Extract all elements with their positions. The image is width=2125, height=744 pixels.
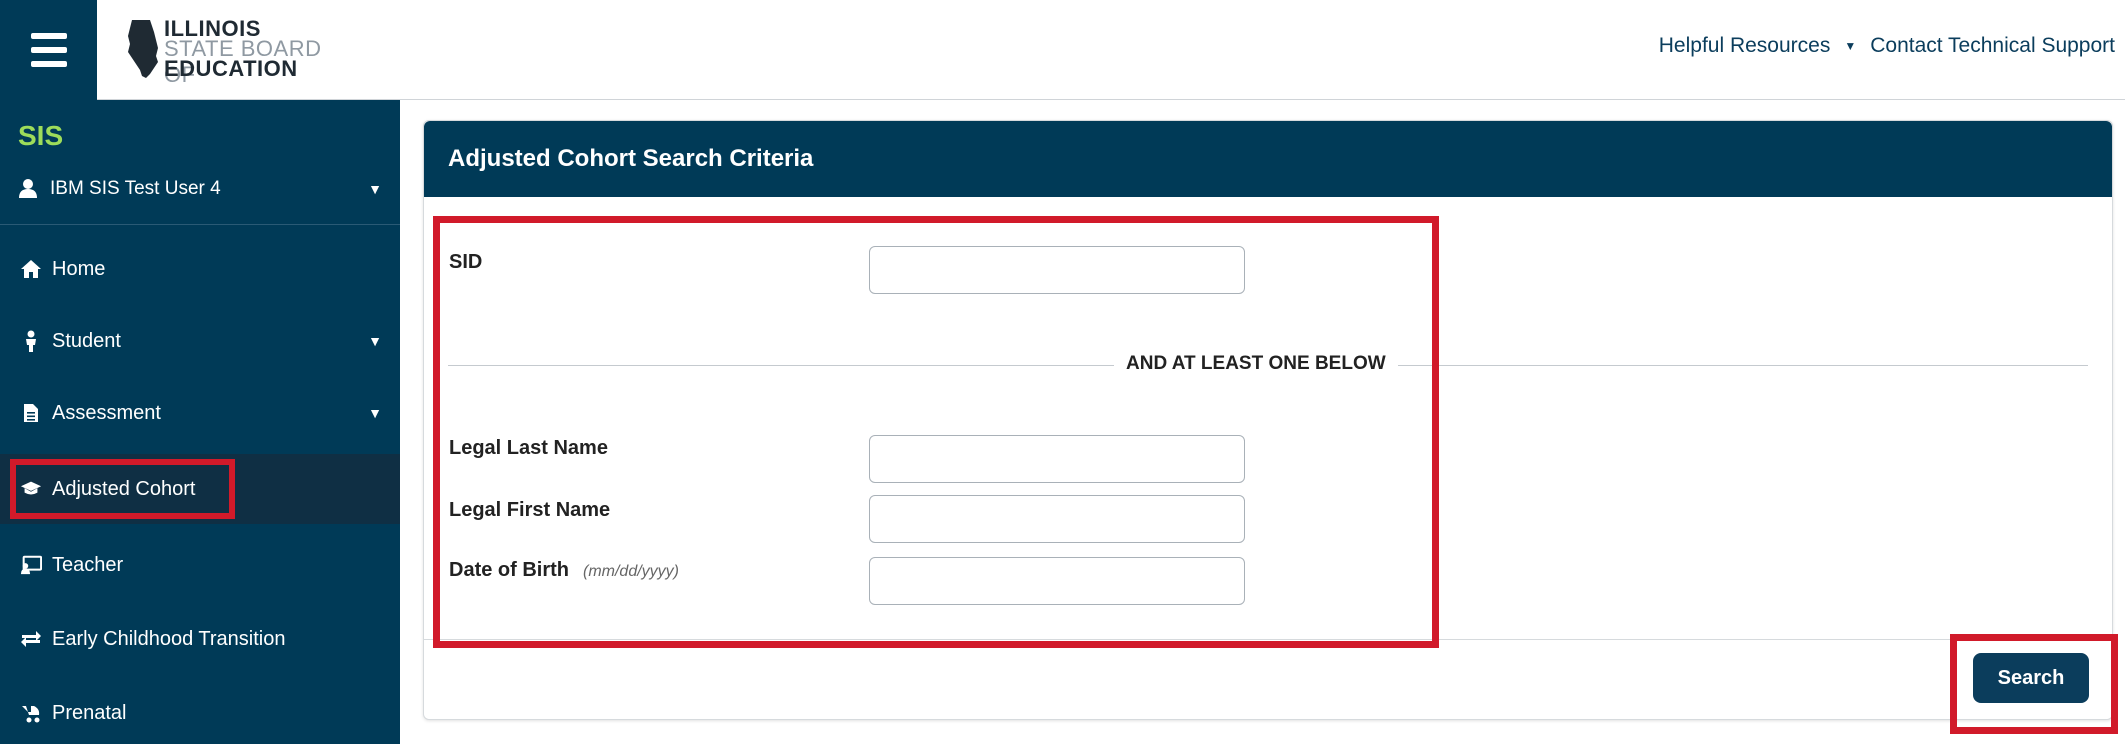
- user-menu[interactable]: IBM SIS Test User 4 ▼: [18, 178, 388, 200]
- sidebar-item-label: Assessment: [52, 401, 161, 424]
- date-of-birth-label-text: Date of Birth: [449, 559, 569, 581]
- sid-label: SID: [449, 251, 483, 273]
- stroller-icon: [20, 702, 42, 724]
- top-bar: ILLINOIS STATE BOARD OF EDUCATION Helpfu…: [0, 0, 2125, 100]
- sidebar-item-early-childhood-transition[interactable]: Early Childhood Transition: [0, 604, 400, 674]
- hamburger-icon-bar: [30, 33, 67, 39]
- sidebar-item-label: Early Childhood Transition: [52, 627, 286, 650]
- legal-last-name-input[interactable]: [869, 435, 1245, 483]
- caret-down-icon[interactable]: ▼: [1844, 39, 1856, 53]
- document-icon: [20, 402, 42, 424]
- isbe-logo[interactable]: ILLINOIS STATE BOARD OF EDUCATION: [126, 14, 336, 87]
- home-icon: [20, 258, 42, 280]
- date-format-hint: (mm/dd/yyyy): [583, 563, 679, 580]
- legal-first-name-input[interactable]: [869, 495, 1245, 543]
- sid-input[interactable]: [869, 246, 1245, 294]
- app-name: SIS: [18, 120, 64, 151]
- sidebar-item-home[interactable]: Home: [0, 234, 400, 304]
- panel-title: Adjusted Cohort Search Criteria: [424, 121, 2112, 197]
- user-icon: [18, 178, 40, 200]
- student-icon: [20, 330, 42, 352]
- sidebar-item-label: Prenatal: [52, 701, 127, 724]
- hamburger-icon-bar: [30, 61, 67, 67]
- sidebar-item-teacher[interactable]: Teacher: [0, 530, 400, 600]
- sidebar-divider: [0, 224, 400, 225]
- legal-first-name-label: Legal First Name: [449, 499, 611, 521]
- teacher-icon: [20, 554, 42, 576]
- date-of-birth-input[interactable]: [869, 557, 1245, 605]
- helpful-resources-link[interactable]: Helpful Resources: [1659, 34, 1831, 58]
- sidebar-item-label: Teacher: [52, 553, 124, 576]
- highlight-adjusted-cohort: [10, 459, 235, 519]
- search-criteria-panel: Adjusted Cohort Search Criteria SID AND …: [423, 120, 2113, 720]
- sidebar-item-student[interactable]: Student ▼: [0, 306, 400, 376]
- date-of-birth-label: Date of Birth (mm/dd/yyyy): [449, 559, 679, 582]
- header-links: Helpful Resources ▼ Contact Technical Su…: [1659, 34, 2115, 58]
- logo-text-line3: EDUCATION: [164, 56, 298, 81]
- sidebar-item-label: Student: [52, 329, 121, 352]
- caret-down-icon: ▼: [368, 333, 382, 349]
- caret-down-icon: ▼: [368, 181, 382, 197]
- illinois-state-icon: [128, 20, 158, 78]
- legal-last-name-label: Legal Last Name: [449, 437, 608, 459]
- sidebar-item-assessment[interactable]: Assessment ▼: [0, 378, 400, 448]
- contact-technical-support-link[interactable]: Contact Technical Support: [1870, 34, 2115, 58]
- user-name: IBM SIS Test User 4: [50, 178, 221, 199]
- panel-body: SID AND AT LEAST ONE BELOW Legal Last Na…: [424, 197, 2112, 639]
- menu-toggle-button[interactable]: [0, 0, 97, 100]
- sidebar-item-prenatal[interactable]: Prenatal: [0, 678, 400, 744]
- transfer-icon: [20, 628, 42, 650]
- panel-footer: [424, 639, 2112, 719]
- caret-down-icon: ▼: [368, 405, 382, 421]
- hamburger-icon-bar: [30, 47, 67, 53]
- search-button[interactable]: Search: [1973, 653, 2089, 703]
- divider-label: AND AT LEAST ONE BELOW: [1114, 353, 1398, 375]
- sidebar-item-label: Home: [52, 257, 106, 280]
- sidebar: SIS IBM SIS Test User 4 ▼ Home Student ▼…: [0, 100, 400, 744]
